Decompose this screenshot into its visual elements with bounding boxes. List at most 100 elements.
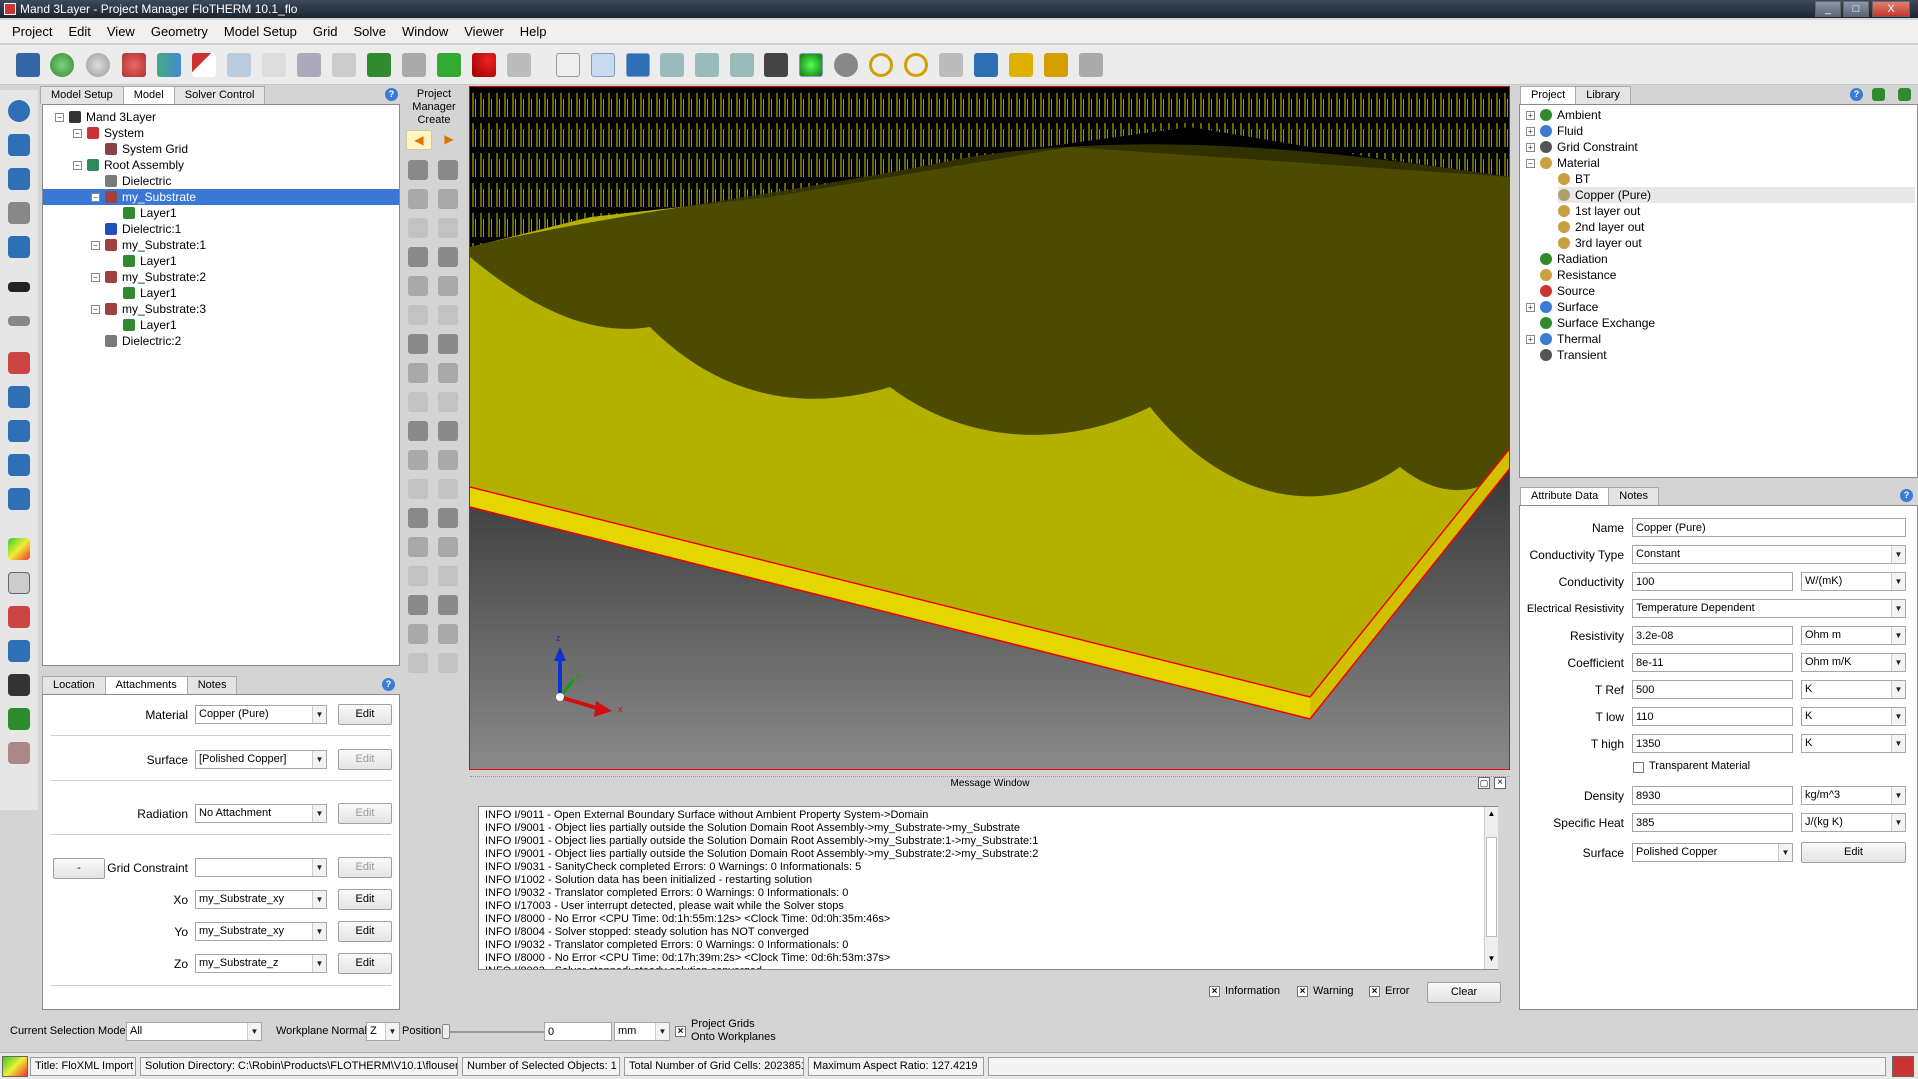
- conductivity-unit-select[interactable]: W/(mK) ▼: [1801, 572, 1906, 591]
- clear-button[interactable]: Clear: [1427, 982, 1501, 1003]
- message-scrollbar[interactable]: ▲ ▼: [1484, 807, 1498, 969]
- tree-expander[interactable]: +: [1526, 143, 1535, 152]
- tree-expander[interactable]: +: [1526, 303, 1535, 312]
- wedge-icon[interactable]: [408, 189, 428, 209]
- monitor-icon[interactable]: [8, 708, 30, 730]
- tab-model[interactable]: Model: [122, 86, 175, 104]
- network-icon[interactable]: [8, 640, 30, 662]
- chart-icon[interactable]: [157, 53, 181, 77]
- grid-icon[interactable]: [8, 420, 30, 442]
- conductivity-input[interactable]: [1632, 572, 1793, 591]
- error-checkbox[interactable]: ×: [1369, 986, 1380, 997]
- model-tree-item[interactable]: my_Substrate:2: [105, 269, 206, 285]
- tree-expander[interactable]: −: [91, 241, 100, 250]
- flow-icon[interactable]: [8, 674, 30, 696]
- source-icon[interactable]: [438, 334, 458, 354]
- profile-icon[interactable]: [8, 606, 30, 628]
- globe-icon[interactable]: [1872, 88, 1885, 101]
- project-tree-item[interactable]: 2nd layer out: [1558, 219, 1644, 235]
- globe-icon[interactable]: [799, 53, 823, 77]
- rotate-ccw-icon[interactable]: [869, 53, 893, 77]
- diamond-icon[interactable]: [8, 236, 30, 258]
- undo-icon[interactable]: [472, 53, 496, 77]
- perforated-icon[interactable]: [408, 392, 428, 412]
- cable-icon[interactable]: [408, 595, 428, 615]
- project-tree-item[interactable]: Radiation: [1540, 251, 1608, 267]
- help-icon[interactable]: ?: [1900, 489, 1913, 502]
- zo-edit-button[interactable]: Edit: [338, 953, 392, 974]
- zoom-box-icon[interactable]: [695, 53, 719, 77]
- model-tree-item[interactable]: Layer1: [123, 205, 177, 221]
- glasses-icon[interactable]: [8, 282, 30, 292]
- down-icon[interactable]: [8, 168, 30, 190]
- tab-project[interactable]: Project: [1520, 86, 1577, 104]
- save-icon[interactable]: [16, 53, 40, 77]
- cuboid-icon[interactable]: [408, 160, 428, 180]
- glasses-outline-icon[interactable]: [8, 316, 30, 326]
- menu-help[interactable]: Help: [512, 24, 555, 39]
- model-tree-item[interactable]: Dielectric: [105, 173, 171, 189]
- menu-edit[interactable]: Edit: [60, 24, 98, 39]
- copy-icon[interactable]: [227, 53, 251, 77]
- solid-block-icon[interactable]: [408, 653, 428, 673]
- sheet-icon[interactable]: [8, 352, 30, 374]
- position-input[interactable]: [544, 1022, 612, 1041]
- surface-edit-button[interactable]: Edit: [1801, 842, 1906, 863]
- menu-project[interactable]: Project: [4, 24, 60, 39]
- project-tree-item[interactable]: Source: [1540, 283, 1595, 299]
- model-tree-item[interactable]: Layer1: [123, 317, 177, 333]
- help-icon[interactable]: ?: [385, 88, 398, 101]
- tet-icon[interactable]: [438, 247, 458, 267]
- name-input[interactable]: [1632, 518, 1906, 537]
- model-tree-item[interactable]: Layer1: [123, 253, 177, 269]
- project-tree-item[interactable]: Thermal: [1540, 331, 1601, 347]
- project-tree-item[interactable]: 1st layer out: [1558, 203, 1640, 219]
- contour-icon[interactable]: [8, 538, 30, 560]
- orbit-icon[interactable]: [591, 53, 615, 77]
- surface-select[interactable]: [Polished Copper] ▼: [195, 750, 327, 769]
- move-icon[interactable]: [974, 53, 998, 77]
- tree-expander[interactable]: +: [1526, 335, 1535, 344]
- tab-attribute-data[interactable]: Attribute Data: [1520, 487, 1610, 505]
- group-icon[interactable]: [437, 53, 461, 77]
- xo-edit-button[interactable]: Edit: [338, 889, 392, 910]
- resistivity-input[interactable]: [1632, 626, 1793, 645]
- model-tree-item[interactable]: System Grid: [105, 141, 188, 157]
- help-icon[interactable]: ?: [382, 678, 395, 691]
- tab-model-setup[interactable]: Model Setup: [40, 86, 124, 104]
- sphere-icon[interactable]: [408, 247, 428, 267]
- sloping-icon[interactable]: [408, 508, 428, 528]
- arrange-icon[interactable]: [402, 53, 426, 77]
- cut-icon[interactable]: [192, 53, 216, 77]
- sphere-icon[interactable]: [86, 53, 110, 77]
- project-tree-item[interactable]: BT: [1558, 171, 1590, 187]
- tree-expander[interactable]: +: [1526, 127, 1535, 136]
- model-tree-item[interactable]: System: [87, 125, 144, 141]
- project-tree-item[interactable]: 3rd layer out: [1558, 235, 1642, 251]
- tlow-input[interactable]: [1632, 707, 1793, 726]
- align-icon[interactable]: [332, 53, 356, 77]
- rotate-cw-icon[interactable]: [904, 53, 928, 77]
- tab-location[interactable]: Location: [42, 676, 106, 694]
- fluid-block-icon[interactable]: [408, 479, 428, 499]
- surface-edit-button[interactable]: Edit: [338, 749, 392, 770]
- resistance-icon[interactable]: [408, 363, 428, 383]
- yo-select[interactable]: my_Substrate_xy ▼: [195, 922, 327, 941]
- model-tree-item[interactable]: Layer1: [123, 285, 177, 301]
- zoom-icon[interactable]: [438, 595, 458, 615]
- scroll-up-icon[interactable]: ▲: [1486, 809, 1497, 821]
- collapse-button[interactable]: -: [53, 858, 105, 879]
- menu-grid[interactable]: Grid: [305, 24, 346, 39]
- tab-notes[interactable]: Notes: [186, 676, 238, 694]
- tab-attribute-notes[interactable]: Notes: [1608, 487, 1660, 505]
- radiation-select[interactable]: No Attachment ▼: [195, 804, 327, 823]
- cutout-icon[interactable]: [438, 218, 458, 238]
- menu-geometry[interactable]: Geometry: [143, 24, 216, 39]
- project-tree-item[interactable]: Grid Constraint: [1540, 139, 1638, 155]
- grid-small-icon[interactable]: [8, 386, 30, 408]
- measure-icon[interactable]: [1009, 53, 1033, 77]
- project-tree-item[interactable]: Material: [1540, 155, 1600, 171]
- position-slider-thumb[interactable]: [442, 1024, 450, 1039]
- xo-select[interactable]: my_Substrate_xy ▼: [195, 890, 327, 909]
- redo-icon[interactable]: [507, 53, 531, 77]
